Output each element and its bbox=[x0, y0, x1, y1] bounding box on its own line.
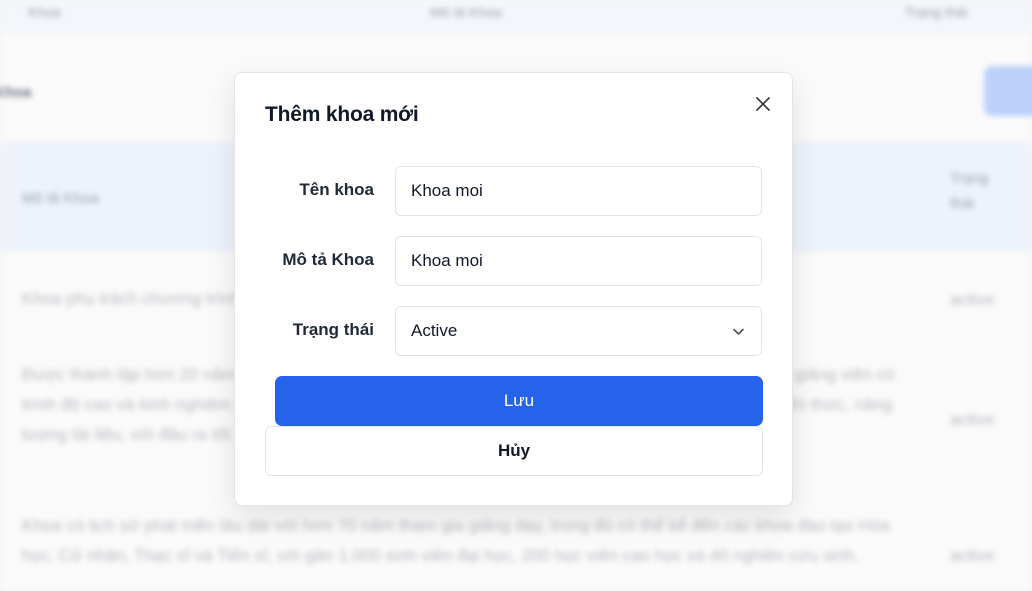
status-label: Trạng thái bbox=[292, 320, 374, 339]
background-row-status: active bbox=[950, 290, 995, 309]
status-select[interactable]: Active bbox=[395, 306, 762, 356]
background-row-status: active bbox=[950, 546, 995, 565]
background-section-title: Khoa bbox=[0, 84, 32, 101]
background-row-status: active bbox=[950, 410, 995, 429]
description-input-value: Khoa moi bbox=[411, 251, 483, 270]
background-header-status: Trạng thái bbox=[950, 170, 989, 212]
background-table-row: Khoa có lịch sử phát triển lâu dài với h… bbox=[22, 516, 890, 565]
background-header-description: Mô tả Khoa bbox=[22, 190, 99, 207]
status-select-value: Active bbox=[411, 321, 458, 340]
cancel-button-label: Hủy bbox=[497, 441, 531, 460]
save-button[interactable]: Lưu bbox=[275, 376, 763, 426]
name-input-value: Khoa moi bbox=[411, 181, 483, 200]
add-department-dialog: Thêm khoa mới Tên khoa Khoa moi Mô tả Kh… bbox=[234, 72, 793, 506]
background-topbar-col: Khoa bbox=[28, 4, 61, 20]
chevron-down-icon bbox=[733, 328, 744, 335]
background-topbar-col: Trạng thái bbox=[905, 4, 968, 20]
background-topbar-col: Mô tả Khoa bbox=[430, 4, 502, 20]
save-button-label: Lưu bbox=[503, 391, 535, 410]
background-topbar: Khoa Mô tả Khoa Trạng thái bbox=[0, 0, 1032, 34]
cancel-button[interactable]: Hủy bbox=[265, 426, 763, 476]
background-add-button[interactable] bbox=[984, 66, 1032, 116]
description-label: Mô tả Khoa bbox=[282, 250, 374, 269]
close-button[interactable] bbox=[753, 94, 773, 114]
close-icon bbox=[756, 97, 770, 111]
name-input[interactable]: Khoa moi bbox=[395, 166, 762, 216]
dialog-title: Thêm khoa mới bbox=[265, 103, 419, 126]
description-input[interactable]: Khoa moi bbox=[395, 236, 762, 286]
name-label: Tên khoa bbox=[299, 180, 374, 199]
